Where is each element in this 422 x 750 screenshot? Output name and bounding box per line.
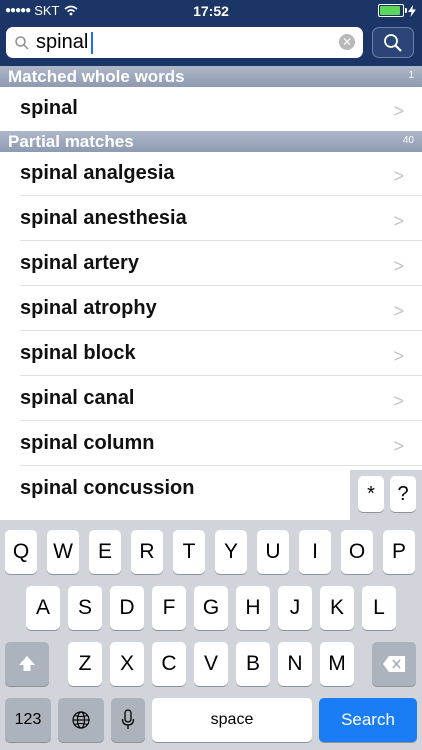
chevron-right-icon: > — [393, 436, 404, 456]
key-v[interactable]: V — [194, 642, 228, 686]
key-t[interactable]: T — [173, 530, 205, 574]
section-title: Partial matches — [8, 132, 134, 151]
delete-key[interactable] — [372, 642, 416, 686]
dictation-key[interactable] — [111, 698, 145, 742]
key-h[interactable]: H — [236, 586, 270, 630]
key-l[interactable]: L — [362, 586, 396, 630]
key-d[interactable]: D — [110, 586, 144, 630]
chevron-right-icon: > — [393, 166, 404, 186]
top-bar: ●●●●● SKT 17:52 ✕ — [0, 0, 422, 66]
status-right — [378, 4, 416, 17]
search-icon — [15, 35, 29, 50]
key-i[interactable]: I — [299, 530, 331, 574]
space-key[interactable]: space — [152, 698, 312, 742]
list-item[interactable]: spinal > — [0, 87, 422, 131]
section-count: 1 — [408, 70, 414, 81]
list-item[interactable]: spinal artery > — [0, 242, 422, 286]
key-n[interactable]: N — [278, 642, 312, 686]
list-item[interactable]: spinal analgesia > — [0, 152, 422, 196]
key-a[interactable]: A — [26, 586, 60, 630]
list-item[interactable]: spinal column > — [0, 422, 422, 466]
key-w[interactable]: W — [47, 530, 79, 574]
key-u[interactable]: U — [257, 530, 289, 574]
key-y[interactable]: Y — [215, 530, 247, 574]
item-label: spinal column — [20, 432, 155, 454]
key-q[interactable]: Q — [5, 530, 37, 574]
key-g[interactable]: G — [194, 586, 228, 630]
list-item[interactable]: spinal canal > — [0, 377, 422, 421]
key-z[interactable]: Z — [68, 642, 102, 686]
text-caret — [91, 32, 93, 54]
row-divider — [20, 465, 422, 466]
section-header-whole-words: Matched whole words 1 — [0, 66, 422, 87]
key-r[interactable]: R — [131, 530, 163, 574]
item-label: spinal block — [20, 342, 136, 364]
key-p[interactable]: P — [383, 530, 415, 574]
key-o[interactable]: O — [341, 530, 373, 574]
search-button[interactable] — [372, 27, 414, 58]
row-divider — [20, 375, 422, 376]
key-k[interactable]: K — [320, 586, 354, 630]
chevron-right-icon: > — [393, 346, 404, 366]
item-label: spinal concussion — [20, 477, 195, 499]
search-field[interactable]: ✕ — [6, 27, 363, 58]
key-x[interactable]: X — [110, 642, 144, 686]
key-e[interactable]: E — [89, 530, 121, 574]
item-label: spinal atrophy — [20, 297, 157, 319]
battery-fill — [380, 6, 400, 15]
shift-icon — [19, 656, 35, 671]
item-label: spinal artery — [20, 252, 139, 274]
asterisk-key[interactable]: * — [358, 476, 384, 512]
microphone-icon — [121, 709, 135, 729]
item-label: spinal analgesia — [20, 162, 175, 184]
list-item[interactable]: spinal atrophy > — [0, 287, 422, 331]
keyboard: Q W E R T Y U I O P A S D F G H J K L Z … — [0, 520, 422, 750]
status-time: 17:52 — [193, 3, 229, 19]
item-label: spinal anesthesia — [20, 207, 187, 229]
section-count: 40 — [402, 135, 414, 146]
item-label: spinal canal — [20, 387, 135, 409]
list-item[interactable]: spinal anesthesia > — [0, 197, 422, 241]
globe-icon — [72, 711, 90, 729]
search-key[interactable]: Search — [319, 698, 417, 742]
question-key[interactable]: ? — [390, 476, 416, 512]
globe-key[interactable] — [58, 698, 104, 742]
chevron-right-icon: > — [393, 391, 404, 411]
charging-icon — [408, 4, 416, 17]
key-f[interactable]: F — [152, 586, 186, 630]
chevron-right-icon: > — [393, 101, 404, 121]
chevron-right-icon: > — [393, 301, 404, 321]
shift-key[interactable] — [5, 642, 49, 686]
section-header-partial-matches: Partial matches 40 — [0, 131, 422, 152]
row-divider — [20, 420, 422, 421]
key-s[interactable]: S — [68, 586, 102, 630]
chevron-right-icon: > — [393, 256, 404, 276]
backspace-icon — [383, 656, 405, 672]
status-bar: ●●●●● SKT 17:52 — [0, 0, 422, 22]
row-divider — [20, 330, 422, 331]
section-title: Matched whole words — [8, 67, 185, 86]
key-j[interactable]: J — [278, 586, 312, 630]
magnifier-icon — [384, 33, 402, 52]
row-divider — [20, 195, 422, 196]
clear-icon[interactable]: ✕ — [339, 34, 355, 50]
key-m[interactable]: M — [320, 642, 354, 686]
row-divider — [20, 240, 422, 241]
row-divider — [20, 285, 422, 286]
chevron-right-icon: > — [393, 211, 404, 231]
battery-icon — [378, 4, 407, 17]
wildcard-bar: * ? — [350, 470, 422, 520]
key-b[interactable]: B — [236, 642, 270, 686]
numbers-key[interactable]: 123 — [5, 698, 51, 742]
key-c[interactable]: C — [152, 642, 186, 686]
item-label: spinal — [20, 97, 78, 119]
list-item[interactable]: spinal block > — [0, 332, 422, 376]
search-input[interactable] — [36, 31, 326, 54]
